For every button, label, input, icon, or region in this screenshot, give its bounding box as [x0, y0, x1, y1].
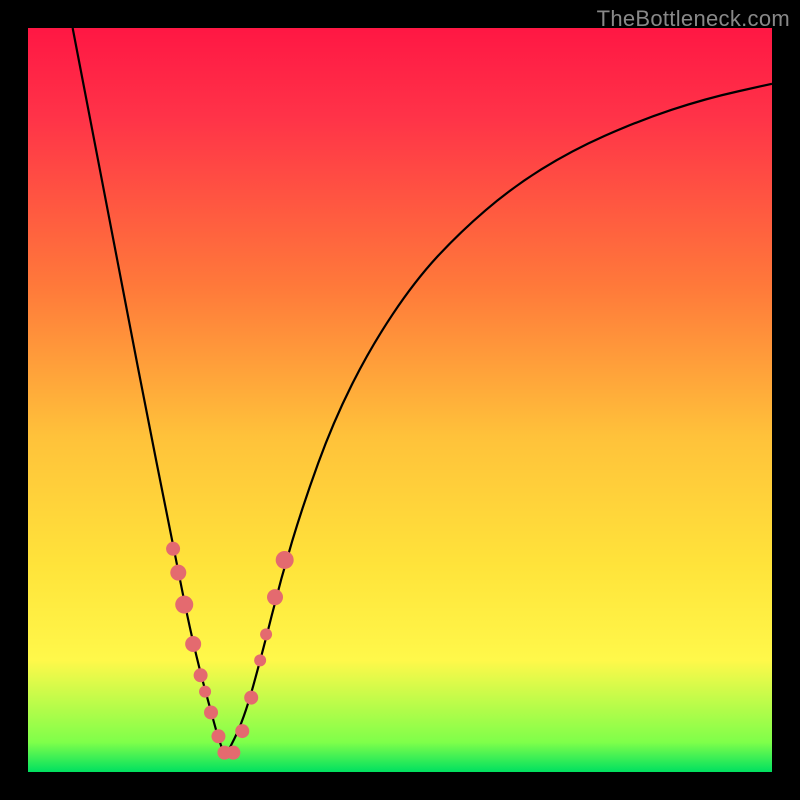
data-point [211, 729, 225, 743]
data-point [194, 668, 208, 682]
chart-svg [28, 28, 772, 772]
data-point [260, 628, 272, 640]
curve-left-branch [73, 28, 226, 757]
data-point [226, 746, 240, 760]
curve-right-branch [225, 84, 772, 757]
data-point [267, 589, 283, 605]
data-point [175, 596, 193, 614]
watermark-text: TheBottleneck.com [597, 6, 790, 32]
scatter-points [166, 542, 294, 760]
data-point [170, 565, 186, 581]
data-point [166, 542, 180, 556]
data-point [204, 705, 218, 719]
data-point [254, 654, 266, 666]
data-point [235, 724, 249, 738]
data-point [185, 636, 201, 652]
plot-area [28, 28, 772, 772]
data-point [199, 686, 211, 698]
chart-frame: TheBottleneck.com [0, 0, 800, 800]
data-point [244, 691, 258, 705]
data-point [276, 551, 294, 569]
